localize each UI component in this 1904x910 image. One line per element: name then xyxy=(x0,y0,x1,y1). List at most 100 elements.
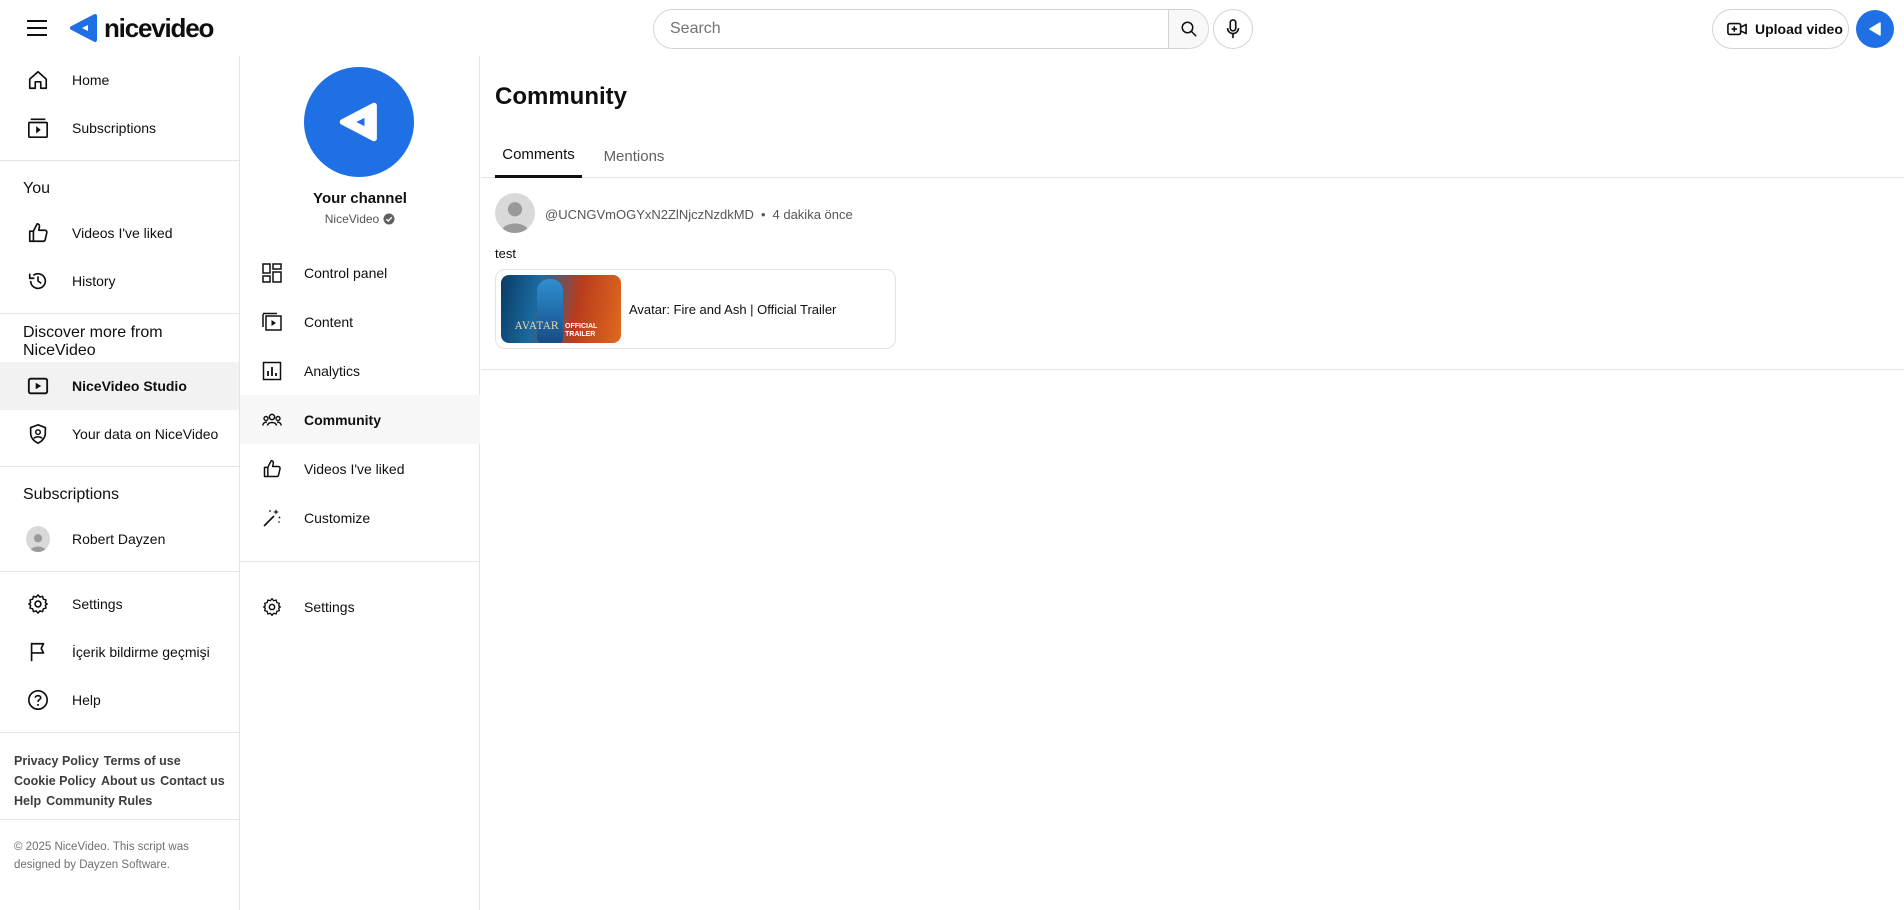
upload-video-label: Upload video xyxy=(1755,21,1843,37)
channel-nav-label: Videos I've liked xyxy=(304,460,405,477)
footer-link-contact[interactable]: Contact us xyxy=(160,774,225,788)
sidebar-item-your-data[interactable]: Your data on NiceVideo xyxy=(0,410,239,458)
shield-user-icon xyxy=(26,422,50,446)
channel-logo-icon xyxy=(339,102,377,142)
sidebar-item-label: Your data on NiceVideo xyxy=(72,426,219,442)
sidebar-item-home[interactable]: Home xyxy=(0,56,239,104)
footer-link-terms[interactable]: Terms of use xyxy=(104,754,181,768)
sidebar-item-label: Help xyxy=(72,692,101,708)
sidebar-item-label: Robert Dayzen xyxy=(72,531,166,547)
channel-nav-label: Control panel xyxy=(304,264,388,281)
tab-comments[interactable]: Comments xyxy=(495,134,582,178)
channel-nav-community[interactable]: Community xyxy=(240,395,480,444)
channel-handle-text: NiceVideo xyxy=(324,212,380,226)
footer-link-help[interactable]: Help xyxy=(14,794,41,808)
logo[interactable]: nicevideo xyxy=(68,12,214,44)
avatar xyxy=(26,526,50,552)
sidebar-divider xyxy=(0,819,239,820)
channel-nav-analytics[interactable]: Analytics xyxy=(240,346,480,395)
thumbnail-badge-line: OFFICIAL xyxy=(565,323,598,330)
main-content: Community Comments Mentions @UCNGVmOGYxN… xyxy=(481,56,1904,910)
user-placeholder-icon xyxy=(500,202,530,233)
channel-nav-content[interactable]: Content xyxy=(240,297,480,346)
channel-title: Your channel xyxy=(313,190,407,207)
sidebar-heading-subscriptions: Subscriptions xyxy=(23,486,120,503)
sidebar-item-label: Videos I've liked xyxy=(72,225,173,241)
comment-meta: @UCNGVmOGYxN2ZlNjczNzdkMD • 4 dakika önc… xyxy=(545,207,853,222)
channel-nav: Control panel Content Analytics Communit… xyxy=(240,248,480,542)
channel-nav-label: Content xyxy=(304,313,354,330)
search-bar xyxy=(653,9,1209,49)
sidebar-item-history[interactable]: History xyxy=(0,257,239,305)
video-title: Avatar: Fire and Ash | Official Trailer xyxy=(629,301,837,317)
sidebar-divider xyxy=(0,160,239,161)
sidebar-item-label: Settings xyxy=(72,596,123,612)
sidebar-item-label: History xyxy=(72,273,116,289)
search-icon xyxy=(1181,21,1196,37)
copyright-line: © 2025 NiceVideo. This script was xyxy=(14,841,189,853)
channel-nav-label: Settings xyxy=(304,598,355,615)
footer-link-cookie[interactable]: Cookie Policy xyxy=(14,774,96,788)
top-bar: nicevideo Upload video xyxy=(0,0,1904,56)
home-icon xyxy=(26,68,50,92)
account-avatar-icon xyxy=(1869,22,1881,36)
sidebar-item-help[interactable]: Help xyxy=(0,676,239,724)
hamburger-menu-button[interactable] xyxy=(22,14,52,42)
meta-separator: • xyxy=(760,207,766,222)
account-avatar-button[interactable] xyxy=(1856,10,1894,48)
footer-links: Privacy Policy Terms of use Cookie Policy… xyxy=(0,741,239,811)
sidebar-item-subscriptions[interactable]: Subscriptions xyxy=(0,104,239,152)
hamburger-icon xyxy=(27,20,47,36)
sidebar-item-studio[interactable]: NiceVideo Studio xyxy=(0,362,239,410)
gear-icon xyxy=(262,597,282,617)
tab-mentions[interactable]: Mentions xyxy=(598,134,670,178)
studio-icon xyxy=(26,374,50,398)
voice-search-button[interactable] xyxy=(1213,9,1253,49)
gear-icon xyxy=(26,592,50,616)
content-divider xyxy=(481,369,1904,370)
dashboard-icon xyxy=(262,262,282,283)
copyright-line: designed by Dayzen Software. xyxy=(14,859,170,871)
sidebar-heading-you: You xyxy=(23,180,50,197)
channel-nav-customize[interactable]: Customize xyxy=(240,493,480,542)
channel-nav-label: Community xyxy=(304,411,381,428)
avatar[interactable] xyxy=(495,193,535,233)
search-button[interactable] xyxy=(1168,10,1208,48)
sidebar-heading-discover: Discover more from NiceVideo xyxy=(23,324,163,359)
sidebar-item-report-history[interactable]: İçerik bildirme geçmişi xyxy=(0,628,239,676)
upload-video-button[interactable]: Upload video xyxy=(1712,9,1849,49)
sidebar-item-label: Subscriptions xyxy=(72,120,157,136)
channel-nav-label: Customize xyxy=(304,509,371,526)
thumbnail-badge-text: OFFICIAL TRAILER xyxy=(565,323,597,339)
sidebar-divider xyxy=(0,732,239,733)
thumbnail-badge-line: TRAILER xyxy=(565,331,596,338)
video-add-icon xyxy=(1727,22,1747,36)
channel-nav-control-panel[interactable]: Control panel xyxy=(240,248,480,297)
footer-link-community-rules[interactable]: Community Rules xyxy=(46,794,152,808)
sidebar-divider xyxy=(0,313,239,314)
footer-link-about[interactable]: About us xyxy=(101,774,155,788)
channel-nav-label: Analytics xyxy=(304,362,361,379)
microphone-icon xyxy=(1226,19,1240,39)
sidebar-item-settings[interactable]: Settings xyxy=(0,580,239,628)
flag-icon xyxy=(26,640,50,664)
linked-video-card[interactable]: AVATAR OFFICIAL TRAILER Avatar: Fire and… xyxy=(495,269,896,349)
comment-author[interactable]: @UCNGVmOGYxN2ZlNjczNzdkMD xyxy=(545,207,754,222)
sidebar-item-label: İçerik bildirme geçmişi xyxy=(72,644,210,660)
channel-divider xyxy=(240,561,480,562)
sidebar-divider xyxy=(0,571,239,572)
comment-text: test xyxy=(495,246,516,261)
analytics-icon xyxy=(262,361,282,381)
channel-nav-liked-videos[interactable]: Videos I've liked xyxy=(240,444,480,493)
page-title: Community xyxy=(495,83,627,110)
channel-avatar[interactable] xyxy=(304,67,414,177)
sidebar-divider xyxy=(0,466,239,467)
search-input[interactable] xyxy=(654,10,1168,48)
channel-panel: Your channel NiceVideo Control panel Con… xyxy=(240,56,480,910)
channel-nav-settings[interactable]: Settings xyxy=(240,582,480,631)
channel-settings-section: Settings xyxy=(240,582,480,631)
sidebar-item-liked-videos[interactable]: Videos I've liked xyxy=(0,209,239,257)
sidebar-item-subscription-channel[interactable]: Robert Dayzen xyxy=(0,515,239,563)
footer-link-privacy[interactable]: Privacy Policy xyxy=(14,754,99,768)
history-icon xyxy=(26,269,50,293)
